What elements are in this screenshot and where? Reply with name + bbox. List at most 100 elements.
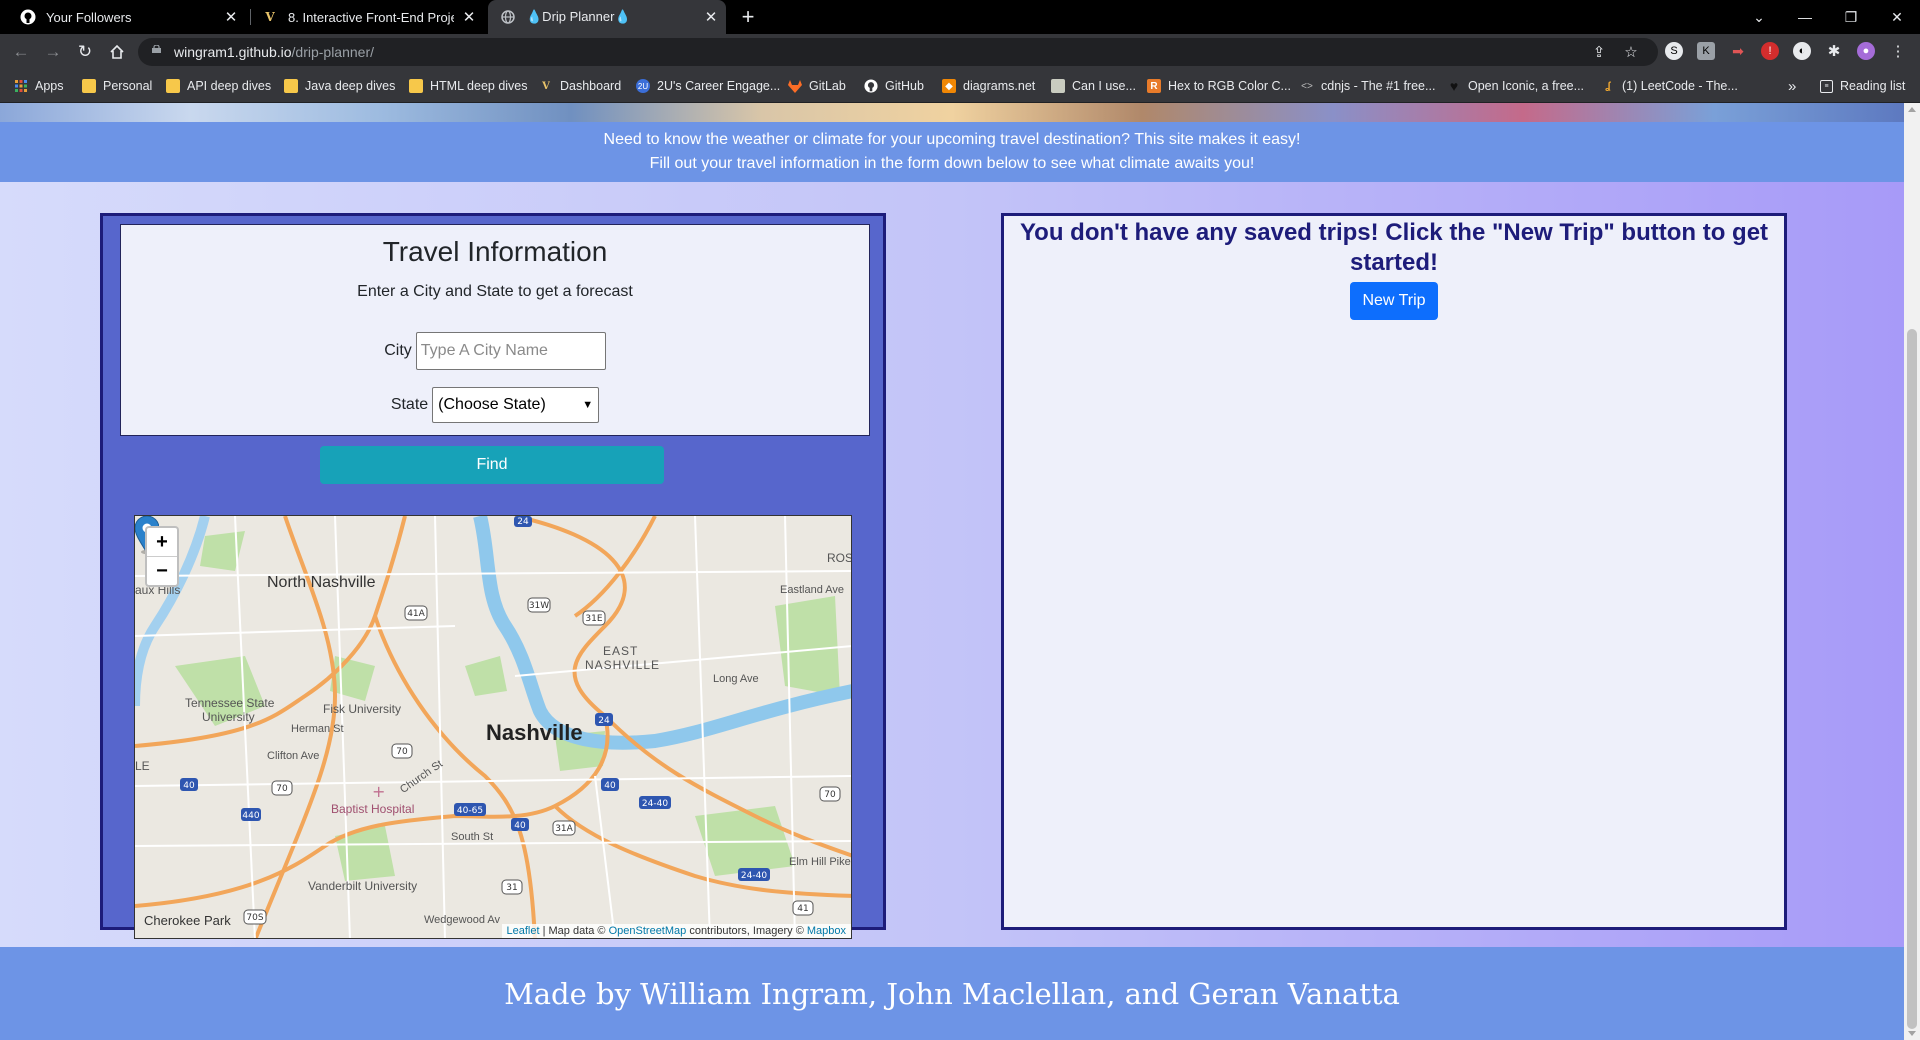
forward-button[interactable]: → (41, 40, 65, 64)
bookmark-diagrams[interactable]: ◆ diagrams.net (942, 77, 1035, 95)
find-button[interactable]: Find (320, 446, 664, 484)
restore-button[interactable]: ❐ (1828, 0, 1874, 34)
close-window-button[interactable]: ✕ (1874, 0, 1920, 34)
map-label: South St (451, 831, 494, 843)
footer-credits: Made by William Ingram, John Maclellan, … (0, 947, 1904, 1040)
svg-text:31: 31 (506, 883, 517, 893)
github-icon (864, 79, 878, 93)
bookmark-personal[interactable]: Personal (82, 77, 152, 95)
page-scrollbar[interactable] (1904, 103, 1920, 1040)
folder-icon (409, 79, 423, 93)
bookmark-hex-to-rgb[interactable]: R Hex to RGB Color C... (1147, 77, 1291, 95)
address-bar[interactable]: wingram1.github.io/drip-planner/ ⇪ ☆ (138, 38, 1658, 66)
extension-circle-icon[interactable]: ◐ (1793, 42, 1811, 60)
extension-k-icon[interactable]: K (1697, 42, 1715, 60)
v-icon: V (542, 80, 550, 92)
tab-title: Your Followers (46, 9, 132, 25)
new-trip-button[interactable]: New Trip (1350, 282, 1438, 320)
map-label: NASHVILLE (585, 658, 661, 672)
map-label: Vanderbilt University (308, 879, 418, 893)
bookmark-html-deep-dives[interactable]: HTML deep dives (409, 77, 528, 95)
saved-trips-panel: You don't have any saved trips! Click th… (1001, 213, 1787, 930)
reload-button[interactable]: ↻ (73, 40, 97, 64)
more-bookmarks-button[interactable]: » (1788, 77, 1796, 95)
bookmark-cdnjs[interactable]: <> cdnjs - The #1 free... (1300, 77, 1435, 95)
map-label: Nashville (486, 720, 583, 745)
map-label: LE (135, 759, 150, 773)
bookmark-star-icon[interactable]: ☆ (1622, 43, 1640, 61)
bookmark-dashboard[interactable]: V Dashboard (539, 77, 621, 95)
globe-icon (500, 9, 516, 25)
close-tab-icon[interactable]: ✕ (216, 8, 246, 26)
bookmark-java-deep-dives[interactable]: Java deep dives (284, 77, 395, 95)
banner-line-1: Need to know the weather or climate for … (603, 131, 1301, 148)
map[interactable]: 41A 31W 31E 70 70 70 31 31A 70S 41 40 44… (134, 515, 852, 939)
extension-arrow-icon[interactable]: ➡ (1729, 42, 1747, 60)
browser-toolbar: ← → ↻ wingram1.github.io/drip-planner/ ⇪… (0, 34, 1920, 70)
svg-text:31W: 31W (529, 601, 549, 611)
tab-divider (250, 9, 251, 25)
map-attribution: Leaflet | Map data © OpenStreetMap contr… (501, 924, 851, 938)
zoom-out-button[interactable]: − (147, 556, 177, 585)
bookmark-can-i-use[interactable]: Can I use... (1051, 77, 1136, 95)
zoom-control: + − (145, 526, 179, 587)
map-label: Wedgewood Av (424, 914, 501, 926)
svg-text:24-40: 24-40 (642, 799, 668, 809)
bookmark-github[interactable]: GitHub (864, 77, 924, 95)
svg-text:+: + (372, 782, 385, 801)
scrollbar-thumb[interactable] (1907, 329, 1917, 1029)
city-input[interactable] (415, 332, 606, 370)
openstreetmap-link[interactable]: OpenStreetMap (609, 925, 687, 937)
github-icon (20, 9, 36, 25)
extensions-puzzle-icon[interactable]: ✱ (1825, 42, 1843, 60)
state-label: State (390, 396, 429, 413)
bookmark-leetcode[interactable]: ʆ (1) LeetCode - The... (1601, 77, 1738, 95)
menu-dots-icon[interactable]: ⋮ (1889, 42, 1907, 60)
map-label: Tennessee State (185, 696, 275, 710)
zoom-in-button[interactable]: + (147, 528, 177, 556)
bookmark-2u-career[interactable]: 2U 2U's Career Engage... (636, 77, 780, 95)
r-icon: R (1147, 79, 1161, 93)
new-tab-button[interactable]: + (734, 0, 762, 34)
svg-text:31A: 31A (555, 824, 573, 834)
svg-text:70: 70 (396, 747, 408, 757)
svg-text:40-65: 40-65 (457, 806, 483, 816)
gitlab-icon (788, 79, 802, 93)
svg-text:41A: 41A (407, 609, 425, 619)
map-label: North Nashville (267, 574, 376, 591)
home-button[interactable] (105, 40, 129, 64)
bookmark-api-deep-dives[interactable]: API deep dives (166, 77, 271, 95)
scroll-up-icon[interactable] (1908, 107, 1916, 112)
heart-icon: ♥ (1449, 78, 1459, 94)
state-select[interactable]: (Choose State) ▼ (432, 387, 600, 423)
extension-shield-icon[interactable]: ! (1761, 42, 1779, 60)
tab-drip-planner[interactable]: 💧Drip Planner💧 ✕ (488, 0, 726, 34)
hero-image (0, 103, 1904, 122)
extension-s-icon[interactable]: S (1665, 42, 1683, 60)
map-label: Fisk University (323, 702, 402, 716)
profile-avatar[interactable]: ● (1857, 42, 1875, 60)
page-content: Need to know the weather or climate for … (0, 103, 1904, 1040)
map-label: EAST (603, 644, 639, 658)
tab-front-end-project[interactable]: V 8. Interactive Front-End Project: I ✕ (252, 0, 484, 34)
bookmark-gitlab[interactable]: GitLab (788, 77, 846, 95)
apps-grid-icon (14, 79, 28, 93)
share-icon[interactable]: ⇪ (1590, 43, 1608, 61)
back-button[interactable]: ← (9, 40, 33, 64)
svg-text:70: 70 (824, 790, 836, 800)
svg-text:440: 440 (242, 811, 259, 821)
scroll-down-icon[interactable] (1908, 1031, 1916, 1036)
tab-search-icon[interactable]: ⌄ (1736, 0, 1782, 34)
bookmark-open-iconic[interactable]: ♥ Open Iconic, a free... (1447, 77, 1584, 95)
close-tab-icon[interactable]: ✕ (454, 8, 484, 26)
bookmark-apps[interactable]: Apps (14, 77, 64, 95)
close-tab-icon[interactable]: ✕ (696, 8, 726, 26)
minimize-button[interactable]: — (1782, 0, 1828, 34)
leaflet-link[interactable]: Leaflet (507, 925, 540, 937)
mapbox-link[interactable]: Mapbox (807, 925, 846, 937)
map-label: Clifton Ave (267, 750, 320, 762)
reading-list-button[interactable]: ≡ Reading list (1820, 77, 1905, 95)
tab-your-followers[interactable]: Your Followers ✕ (0, 0, 246, 34)
form-title: Travel Information (382, 236, 608, 267)
travel-form: Travel Information Enter a City and Stat… (120, 224, 870, 436)
